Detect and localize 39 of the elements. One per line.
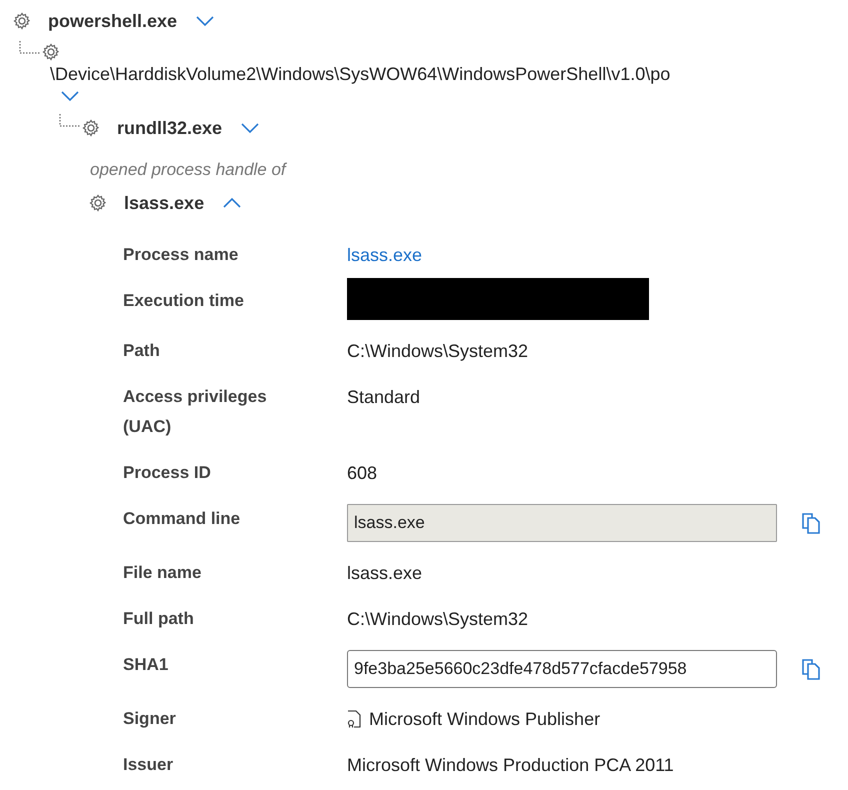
detail-value: 608 [347,462,378,485]
detail-value: Standard [347,386,420,409]
chevron-icon[interactable] [60,90,80,102]
copy-icon[interactable] [801,658,821,680]
process-name: powershell.exe [48,10,178,32]
process-name: lsass.exe [124,192,204,214]
detail-label: Command line [123,508,242,530]
value-field[interactable]: 9fe3ba25e5660c23dfe478d577cfacde57958 [347,650,777,688]
process-name: rundll32.exe [117,118,222,138]
signer-name: Microsoft Windows Publisher [369,708,600,731]
process-link[interactable]: lsass.exe [347,240,422,270]
detail-label: Access privileges (UAC) [123,386,268,438]
detail-value: C:\Windows\System32 [347,340,528,363]
detail-label: Issuer [123,754,174,776]
process-path: \Device\HarddiskVolume2\Windows\SysWOW64\WindowsPowerShell\v1.0\po [49,63,672,86]
copy-icon[interactable] [801,512,821,534]
detail-label: SHA1 [123,654,170,676]
gear-icon [81,118,101,138]
gear-icon [41,42,61,62]
detail-label: Process ID [123,462,212,484]
detail-label: Signer [123,708,177,730]
value-field[interactable]: lsass.exe [347,504,777,542]
detail-label: Path [123,340,161,362]
detail-label: Full path [123,608,195,630]
tree-connector [19,41,41,55]
chevron-icon[interactable] [222,197,242,209]
certificate-icon [347,710,361,728]
detail-value: lsass.exe [347,562,422,585]
tree-connector [59,114,81,128]
chevron-icon[interactable] [195,15,216,27]
detail-label: Process name [123,244,240,266]
detail-value: C:\Windows\System32 [347,608,528,631]
detail-value: Microsoft Windows Production PCA 2011 [347,754,674,777]
detail-label: File name [123,562,202,584]
gear-icon [88,193,108,213]
detail-label: Execution time [123,290,245,312]
chevron-icon[interactable] [240,122,260,134]
gear-icon [12,11,32,31]
relation-label: opened process handle of [89,160,288,180]
